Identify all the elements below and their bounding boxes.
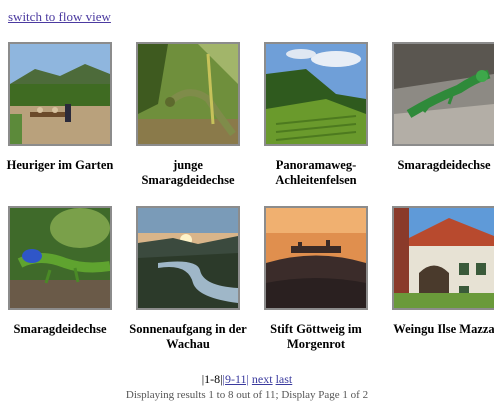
vineyard-panorama-image: [266, 44, 366, 144]
caption-smaragdeidechse-2: Smaragdeidechse: [13, 322, 107, 336]
pagination: |1-8||9-11| next last: [0, 372, 494, 387]
lizard-on-rock-image: [394, 44, 494, 144]
results-status: Displaying results 1 to 8 out of 11; Dis…: [125, 389, 369, 401]
caption-weingu-ilse-mazza: Weingu Ilse Mazza: [393, 322, 494, 336]
abbey-dawn-image: [266, 208, 366, 308]
garden-tavern-image: [10, 44, 110, 144]
thumbnail-smaragdeidechse-2[interactable]: [8, 206, 112, 310]
caption-stift-goettweig-im-morgenrot: Stift Göttweig im Morgenrot: [270, 322, 362, 351]
caption-sonnenaufgang-in-der-wachau: Sonnenaufgang in der Wachau: [129, 322, 247, 351]
switch-to-flow-view-link[interactable]: switch to flow view: [8, 9, 111, 25]
caption-smaragdeidechse-1: Smaragdeidechse: [397, 158, 491, 172]
pagination-current: |1-8|: [201, 372, 223, 386]
thumbnail-stift-goettweig-im-morgenrot[interactable]: [264, 206, 368, 310]
pagination-next-link[interactable]: next: [252, 372, 273, 386]
thumbnail-weingu-ilse-mazza[interactable]: [392, 206, 494, 310]
caption-panoramaweg-achleitenfelsen: Panoramaweg-Achleitenfelsen: [275, 158, 357, 187]
thumbnail-panoramaweg-achleitenfelsen[interactable]: [264, 42, 368, 146]
thumbnail-heuriger-im-garten[interactable]: [8, 42, 112, 146]
caption-junge-smaragdeidechse: junge Smaragdeidechse: [141, 158, 235, 187]
young-lizard-image: [138, 44, 238, 144]
thumbnail-smaragdeidechse-1[interactable]: [392, 42, 494, 146]
blue-lizard-image: [10, 208, 110, 308]
pagination-next-range-link[interactable]: |9-11|: [223, 372, 249, 386]
caption-heuriger-im-garten: Heuriger im Garten: [6, 158, 114, 172]
thumbnail-sonnenaufgang-in-der-wachau[interactable]: [136, 206, 240, 310]
sunrise-river-image: [138, 208, 238, 308]
pagination-last-link[interactable]: last: [276, 372, 293, 386]
winery-house-image: [394, 208, 494, 308]
thumbnail-junge-smaragdeidechse[interactable]: [136, 42, 240, 146]
